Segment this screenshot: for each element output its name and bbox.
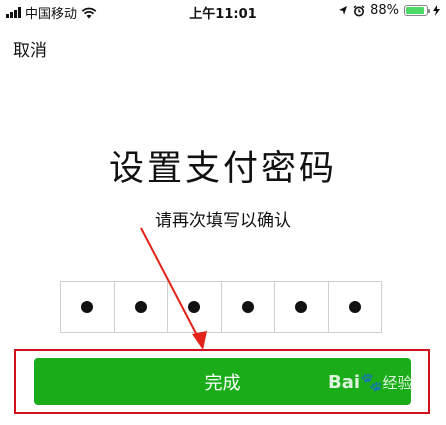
watermark-suffix: 经验	[382, 374, 413, 392]
baidu-watermark: Bai🐾经验	[328, 372, 412, 393]
annotation-arrow	[140, 227, 207, 350]
watermark-brand: Bai	[328, 372, 361, 393]
paw-icon: 🐾	[360, 372, 383, 393]
